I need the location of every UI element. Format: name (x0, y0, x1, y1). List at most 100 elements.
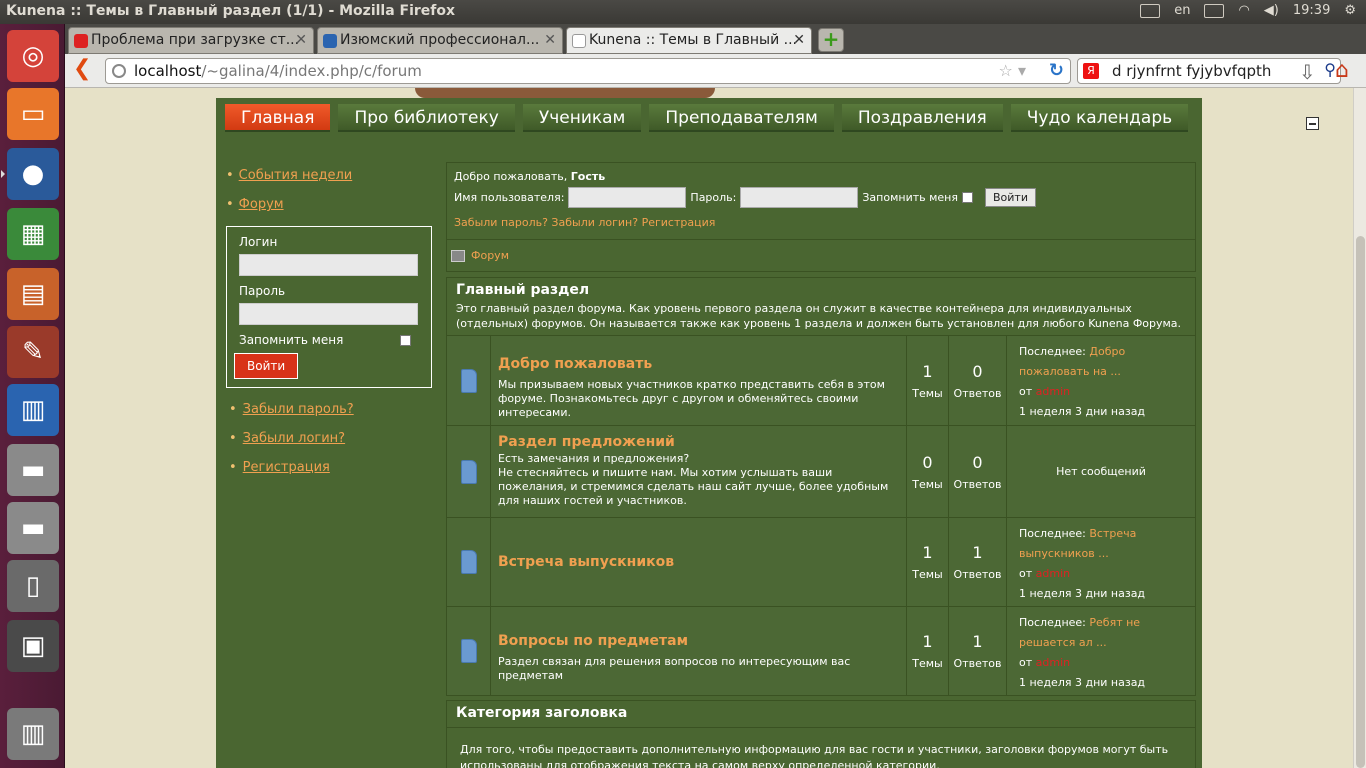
menu-item-teachers[interactable]: Преподавателям (649, 104, 834, 132)
remember-label: Запомнить меня (239, 333, 344, 347)
writer-icon[interactable]: ▥ (7, 384, 59, 436)
forum-description: Раздел связан для решения вопросов по ин… (498, 655, 851, 682)
password-input-inline[interactable] (740, 187, 859, 208)
link-forgot-login[interactable]: Забыли логин? (229, 431, 436, 446)
forum-folder-icon (447, 607, 491, 695)
forum-last-post: Последнее: Добро пожаловать на ... от ad… (1007, 336, 1195, 425)
page-icon (572, 34, 586, 48)
volume-icon[interactable]: ◀) (1264, 3, 1279, 18)
forum-title[interactable]: Встреча выпускников (498, 554, 674, 570)
settings-tool-icon[interactable]: ✎ (7, 326, 59, 378)
ubuntu-dash-icon[interactable]: ◎ (7, 30, 59, 82)
forum-folder-icon (447, 336, 491, 425)
tab-1[interactable]: Изюмский профессионал... ✕ (317, 27, 563, 54)
close-icon[interactable]: ✕ (793, 32, 805, 48)
forum-topics: 1 Темы (907, 607, 949, 695)
menu-item-home[interactable]: Главная (225, 104, 331, 132)
main-menu: Главная Про библиотеку Ученикам Преподав… (225, 104, 1189, 134)
forum-topics: 1 Темы (907, 518, 949, 606)
close-icon[interactable]: ✕ (544, 32, 556, 48)
login-button[interactable]: Войти (234, 353, 299, 379)
forum-main: Вопросы по предметам Раздел связан для р… (491, 607, 907, 695)
download-icon[interactable]: ⇩ (1299, 60, 1316, 84)
inline-login-row: Имя пользователя: Пароль: Запомнить меня… (454, 187, 1188, 208)
disk2-icon[interactable]: ▬ (7, 502, 59, 554)
wifi-icon[interactable]: ◠ (1238, 3, 1249, 18)
forum-topics: 0 Темы (907, 426, 949, 517)
trash-icon[interactable]: ▥ (7, 708, 59, 760)
menu-item-congrats[interactable]: Поздравления (841, 104, 1003, 132)
forum-title[interactable]: Вопросы по предметам (498, 633, 899, 649)
username-label: Имя пользователя: (454, 191, 565, 204)
welcome-box: Добро пожаловать, Гость Имя пользователя… (446, 162, 1196, 240)
minimize-icon[interactable] (1306, 117, 1319, 130)
tab-0[interactable]: Проблема при загрузке ст... ✕ (68, 27, 314, 54)
remember-checkbox-inline[interactable] (962, 192, 973, 203)
bookmark-star-icon[interactable]: ☆ ▾ (999, 61, 1026, 80)
battery-icon[interactable] (1204, 3, 1225, 18)
forum-row: Раздел предложений Есть замечания и пред… (447, 425, 1195, 517)
reload-icon[interactable]: ↻ (1049, 60, 1064, 81)
scroll-thumb[interactable] (1356, 236, 1365, 768)
settings-icon[interactable]: ⚙ (1344, 3, 1356, 18)
tab-label: Kunena :: Темы в Главный ... (589, 32, 797, 48)
workspace-switcher-icon[interactable]: ▣ (7, 620, 59, 672)
link-forum[interactable]: Форум (226, 197, 436, 212)
remember-checkbox[interactable] (400, 334, 411, 346)
guest-name: Гость (570, 170, 606, 183)
login-button-inline[interactable]: Войти (985, 188, 1036, 207)
close-icon[interactable]: ✕ (295, 32, 307, 48)
forum-description: Есть замечания и предложения? Не стесняй… (498, 452, 889, 507)
forgot-links[interactable]: Забыли пароль? Забыли логин? Регистрация (454, 216, 1188, 229)
category-main: Главный раздел Это главный раздел форума… (446, 277, 1196, 696)
menu-item-about[interactable]: Про библиотеку (338, 104, 515, 132)
last-post-user[interactable]: admin (1036, 567, 1070, 580)
joomla-icon (323, 34, 337, 48)
tab-2[interactable]: Kunena :: Темы в Главный ... ✕ (566, 27, 812, 54)
menu-item-students[interactable]: Ученикам (522, 104, 642, 132)
disk-icon[interactable]: ▬ (7, 444, 59, 496)
forum-last-post: Последнее: Встреча выпускников ... от ad… (1007, 518, 1195, 606)
files-icon[interactable]: ▭ (7, 88, 59, 140)
clock[interactable]: 19:39 (1293, 3, 1330, 18)
last-post-time: 1 неделя 3 дни назад (1019, 587, 1146, 600)
impress-icon[interactable]: ▤ (7, 268, 59, 320)
firefox-icon[interactable]: ● (1, 148, 59, 200)
yandex-icon[interactable]: Я (1083, 63, 1099, 79)
welcome-prefix: Добро пожаловать, (454, 170, 568, 183)
forum-row: Встреча выпускников 1 Темы 1 Ответов После… (447, 517, 1195, 606)
link-week-events[interactable]: События недели (226, 168, 436, 183)
menu-item-calendar[interactable]: Чудо календарь (1010, 104, 1189, 132)
url-bar[interactable]: localhost/~galina/4/index.php/c/forum ☆ … (105, 58, 1071, 84)
username-input[interactable] (568, 187, 687, 208)
error-icon (74, 34, 88, 48)
page-scrollbar[interactable] (1353, 88, 1366, 768)
last-post-user[interactable]: admin (1036, 385, 1070, 398)
link-forgot-password[interactable]: Забыли пароль? (229, 402, 436, 417)
password-input[interactable] (239, 303, 418, 325)
category-title[interactable]: Главный раздел (456, 282, 1186, 298)
top-panel: Kunena :: Темы в Главный раздел (1/1) - … (0, 0, 1366, 24)
forum-main: Встреча выпускников (491, 518, 907, 606)
category2-title[interactable]: Категория заголовка (447, 701, 1195, 727)
login-label: Логин (239, 235, 278, 249)
back-button[interactable]: ❮ (73, 58, 97, 82)
password-label: Пароль (239, 284, 286, 298)
link-register[interactable]: Регистрация (229, 460, 436, 475)
calc-icon[interactable]: ▦ (7, 208, 59, 260)
usb-icon[interactable]: ▯ (7, 560, 59, 612)
keyboard-layout[interactable]: en (1174, 3, 1190, 18)
forum-replies: 0 Ответов (949, 426, 1007, 517)
nav-bar: ❮ localhost/~galina/4/index.php/c/forum … (65, 54, 1366, 88)
search-value: d rjynfrnt fyjybvfqpth (1112, 62, 1272, 80)
tab-label: Изюмский профессионал... (340, 32, 540, 48)
home-icon[interactable]: ⌂ (1335, 58, 1349, 83)
new-tab-button[interactable]: + (818, 28, 844, 52)
forum-title[interactable]: Добро пожаловать (498, 356, 899, 372)
last-post-user[interactable]: admin (1036, 656, 1070, 669)
forum-title[interactable]: Раздел предложений (498, 434, 899, 450)
keyboard-icon[interactable] (1140, 3, 1161, 18)
breadcrumb-forum[interactable]: Форум (471, 249, 509, 262)
login-input[interactable] (239, 254, 418, 276)
forum-no-posts: Нет сообщений (1056, 464, 1146, 478)
